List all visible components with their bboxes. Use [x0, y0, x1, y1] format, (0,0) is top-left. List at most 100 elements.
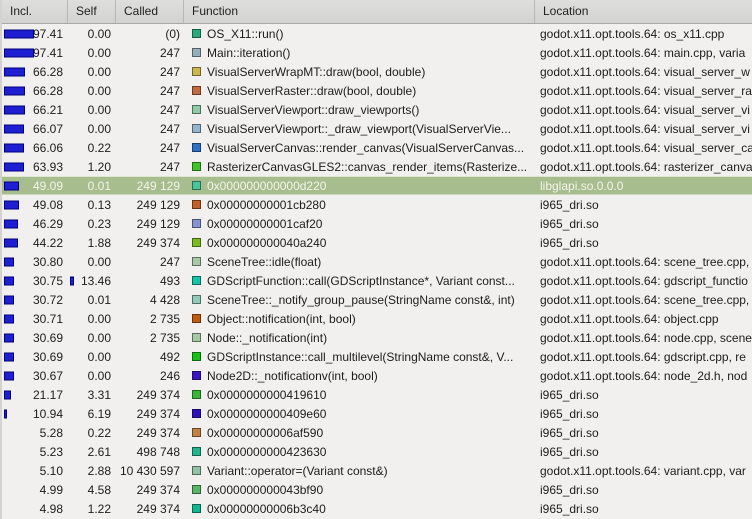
- self-value: 0.00: [88, 27, 111, 41]
- called-value: 4 428: [116, 293, 184, 307]
- incl-cell: 97.41: [2, 46, 68, 60]
- incl-cell: 46.29: [2, 217, 68, 231]
- self-cell: 1.88: [68, 236, 116, 250]
- self-cell: 0.00: [68, 312, 116, 326]
- self-value: 0.22: [88, 426, 111, 440]
- location-text: godot.x11.opt.tools.64: visual_server_ca: [535, 141, 752, 155]
- table-row[interactable]: 30.690.002 735Node::_notification(int)go…: [2, 328, 752, 347]
- function-cell: GDScriptInstance::call_multilevel(String…: [184, 350, 535, 364]
- table-row[interactable]: 30.670.00246Node2D::_notificationv(int, …: [2, 366, 752, 385]
- self-value: 0.00: [88, 312, 111, 326]
- function-cell: GDScriptFunction::call(GDScriptInstance*…: [184, 274, 535, 288]
- self-cell: 0.00: [68, 84, 116, 98]
- function-name: GDScriptFunction::call(GDScriptInstance*…: [207, 274, 515, 288]
- self-cell: 0.22: [68, 141, 116, 155]
- location-text: godot.x11.opt.tools.64: os_x11.cpp: [535, 27, 752, 41]
- table-row[interactable]: 66.280.00247VisualServerRaster::draw(boo…: [2, 81, 752, 100]
- table-row[interactable]: 30.720.014 428SceneTree::_notify_group_p…: [2, 290, 752, 309]
- table-row[interactable]: 5.232.61498 7480x0000000000423630i965_dr…: [2, 442, 752, 461]
- incl-value: 4.98: [40, 502, 63, 516]
- function-name: RasterizerCanvasGLES2::canvas_render_ite…: [207, 160, 527, 174]
- function-type-icon: [192, 219, 201, 228]
- self-value: 2.88: [88, 464, 111, 478]
- table-row[interactable]: 49.090.01249 1290x000000000000d220libgla…: [2, 176, 752, 195]
- incl-cell: 66.28: [2, 65, 68, 79]
- incl-value: 30.67: [33, 369, 63, 383]
- called-value: 247: [116, 84, 184, 98]
- function-name: 0x0000000000419610: [207, 388, 326, 402]
- location-text: godot.x11.opt.tools.64: visual_server_ra: [535, 84, 752, 98]
- self-value: 13.46: [81, 274, 111, 288]
- location-text: godot.x11.opt.tools.64: visual_server_w: [535, 65, 752, 79]
- called-value: 249 129: [116, 198, 184, 212]
- self-cell: 0.22: [68, 426, 116, 440]
- table-row[interactable]: 10.946.19249 3740x0000000000409e60i965_d…: [2, 404, 752, 423]
- table-row[interactable]: 66.210.00247VisualServerViewport::draw_v…: [2, 100, 752, 119]
- table-row[interactable]: 66.060.22247VisualServerCanvas::render_c…: [2, 138, 752, 157]
- self-cell: 0.01: [68, 179, 116, 193]
- called-value: 249 374: [116, 502, 184, 516]
- called-value: 492: [116, 350, 184, 364]
- function-cell: 0x0000000000409e60: [184, 407, 535, 421]
- column-header-function[interactable]: Function: [184, 0, 535, 23]
- function-type-icon: [192, 162, 201, 171]
- location-text: godot.x11.opt.tools.64: visual_server_vi: [535, 103, 752, 117]
- table-row[interactable]: 66.280.00247VisualServerWrapMT::draw(boo…: [2, 62, 752, 81]
- table-row[interactable]: 30.690.00492GDScriptInstance::call_multi…: [2, 347, 752, 366]
- incl-cost-bar: [4, 371, 14, 380]
- self-value: 1.20: [88, 160, 111, 174]
- location-text: i965_dri.so: [535, 236, 752, 250]
- column-header-self[interactable]: Self: [68, 0, 116, 23]
- table-row[interactable]: 5.102.8810 430 597Variant::operator=(Var…: [2, 461, 752, 480]
- table-row[interactable]: 30.710.002 735Object::notification(int, …: [2, 309, 752, 328]
- incl-cost-bar: [4, 162, 24, 171]
- called-value: 249 374: [116, 483, 184, 497]
- profiler-function-table: Incl. Self Called Function Location 97.4…: [0, 0, 752, 519]
- function-name: Node2D::_notificationv(int, bool): [207, 369, 378, 383]
- incl-value: 49.08: [33, 198, 63, 212]
- table-body: 97.410.00(0)OS_X11::run()godot.x11.opt.t…: [2, 24, 752, 518]
- function-name: OS_X11::run(): [207, 27, 283, 41]
- function-name: 0x00000000006b3c40: [207, 502, 326, 516]
- incl-cost-bar: [4, 124, 24, 133]
- table-row[interactable]: 21.173.31249 3740x0000000000419610i965_d…: [2, 385, 752, 404]
- table-row[interactable]: 4.981.22249 3740x00000000006b3c40i965_dr…: [2, 499, 752, 518]
- function-cell: VisualServerViewport::_draw_viewport(Vis…: [184, 122, 535, 136]
- incl-value: 44.22: [33, 236, 63, 250]
- table-row[interactable]: 46.290.23249 1290x00000000001caf20i965_d…: [2, 214, 752, 233]
- incl-value: 30.69: [33, 350, 63, 364]
- table-row[interactable]: 97.410.00(0)OS_X11::run()godot.x11.opt.t…: [2, 24, 752, 43]
- function-type-icon: [192, 466, 201, 475]
- function-type-icon: [192, 504, 201, 513]
- table-row[interactable]: 30.7513.46493GDScriptFunction::call(GDSc…: [2, 271, 752, 290]
- table-row[interactable]: 49.080.13249 1290x00000000001cb280i965_d…: [2, 195, 752, 214]
- incl-cost-bar: [4, 314, 14, 323]
- table-row[interactable]: 4.994.58249 3740x000000000043bf90i965_dr…: [2, 480, 752, 499]
- incl-cell: 66.06: [2, 141, 68, 155]
- incl-cost-bar: [4, 276, 14, 285]
- function-name: GDScriptInstance::call_multilevel(String…: [207, 350, 513, 364]
- self-cell: 0.00: [68, 27, 116, 41]
- table-row[interactable]: 97.410.00247Main::iteration()godot.x11.o…: [2, 43, 752, 62]
- function-name: VisualServerViewport::draw_viewports(): [207, 103, 419, 117]
- incl-value: 30.75: [33, 274, 63, 288]
- table-row[interactable]: 5.280.22249 3740x00000000006af590i965_dr…: [2, 423, 752, 442]
- function-cell: 0x00000000001caf20: [184, 217, 535, 231]
- function-cell: SceneTree::idle(float): [184, 255, 535, 269]
- function-type-icon: [192, 333, 201, 342]
- self-value: 0.23: [88, 217, 111, 231]
- table-row[interactable]: 63.931.20247RasterizerCanvasGLES2::canva…: [2, 157, 752, 176]
- function-type-icon: [192, 86, 201, 95]
- function-name: VisualServerViewport::_draw_viewport(Vis…: [207, 122, 511, 136]
- table-row[interactable]: 44.221.88249 3740x000000000040a240i965_d…: [2, 233, 752, 252]
- table-row[interactable]: 30.800.00247SceneTree::idle(float)godot.…: [2, 252, 752, 271]
- function-type-icon: [192, 48, 201, 57]
- incl-cell: 4.99: [2, 483, 68, 497]
- function-cell: 0x00000000001cb280: [184, 198, 535, 212]
- column-header-location[interactable]: Location: [535, 0, 752, 23]
- column-header-called[interactable]: Called: [116, 0, 184, 23]
- location-text: godot.x11.opt.tools.64: main.cpp, varia: [535, 46, 752, 60]
- column-header-incl[interactable]: Incl.: [2, 0, 68, 23]
- incl-value: 66.06: [33, 141, 63, 155]
- table-row[interactable]: 66.070.00247VisualServerViewport::_draw_…: [2, 119, 752, 138]
